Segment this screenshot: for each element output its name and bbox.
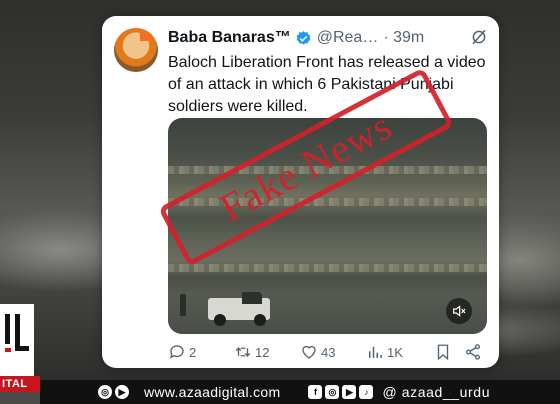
- social-handle[interactable]: @ azaad__urdu: [382, 384, 490, 400]
- reply-count: 2: [189, 344, 197, 360]
- bookmark-button[interactable]: [434, 343, 464, 361]
- youtube-icon: ▶: [342, 385, 357, 399]
- views-button[interactable]: 1K: [366, 343, 434, 361]
- tiktok-icon: ♪: [359, 385, 374, 399]
- website-url[interactable]: www.azaadigital.com: [144, 384, 280, 400]
- youtube-icon: ▶: [115, 385, 129, 399]
- brand-logo-text: ITAL: [0, 376, 40, 392]
- share-icon: [465, 344, 481, 360]
- reply-icon: [169, 345, 184, 359]
- footer-bar: ◎ ▶ www.azaadigital.com f ◎ ▶ ♪ @ azaad_…: [40, 380, 560, 404]
- facebook-icon: f: [308, 385, 323, 399]
- video-soldier: [180, 294, 186, 316]
- video-wheel: [254, 314, 266, 326]
- retweet-count: 12: [255, 344, 270, 360]
- instagram-icon: ◎: [98, 385, 112, 399]
- reply-button[interactable]: 2: [168, 343, 234, 361]
- retweet-button[interactable]: 12: [234, 343, 300, 361]
- view-count: 1K: [387, 344, 403, 360]
- brand-logo-icon: [5, 314, 29, 352]
- avatar-flag: [140, 32, 152, 41]
- mute-button[interactable]: [446, 298, 472, 324]
- verified-badge-icon: [296, 30, 311, 45]
- heart-icon: [302, 345, 316, 359]
- video-truck-cab: [242, 292, 262, 304]
- retweet-icon: [235, 346, 251, 358]
- share-button[interactable]: [464, 343, 486, 361]
- views-chart-icon: [369, 346, 382, 358]
- speaker-muted-icon: [453, 305, 466, 317]
- like-button[interactable]: 43: [300, 343, 366, 361]
- instagram-icon: ◎: [325, 385, 340, 399]
- tweet-actions: 2 12 43 1K: [168, 342, 486, 362]
- bookmark-icon: [437, 344, 449, 361]
- avatar[interactable]: [114, 28, 158, 72]
- display-name[interactable]: Baba Banaras™: [168, 29, 291, 47]
- tweet-time[interactable]: · 39m: [383, 29, 424, 47]
- video-wheel: [214, 314, 226, 326]
- video-ridge: [168, 264, 487, 272]
- tweet-header: Baba Banaras™ @Rea… · 39m: [168, 26, 424, 50]
- grok-icon[interactable]: [470, 28, 488, 46]
- like-count: 43: [321, 344, 336, 360]
- user-handle[interactable]: @Rea…: [317, 29, 379, 47]
